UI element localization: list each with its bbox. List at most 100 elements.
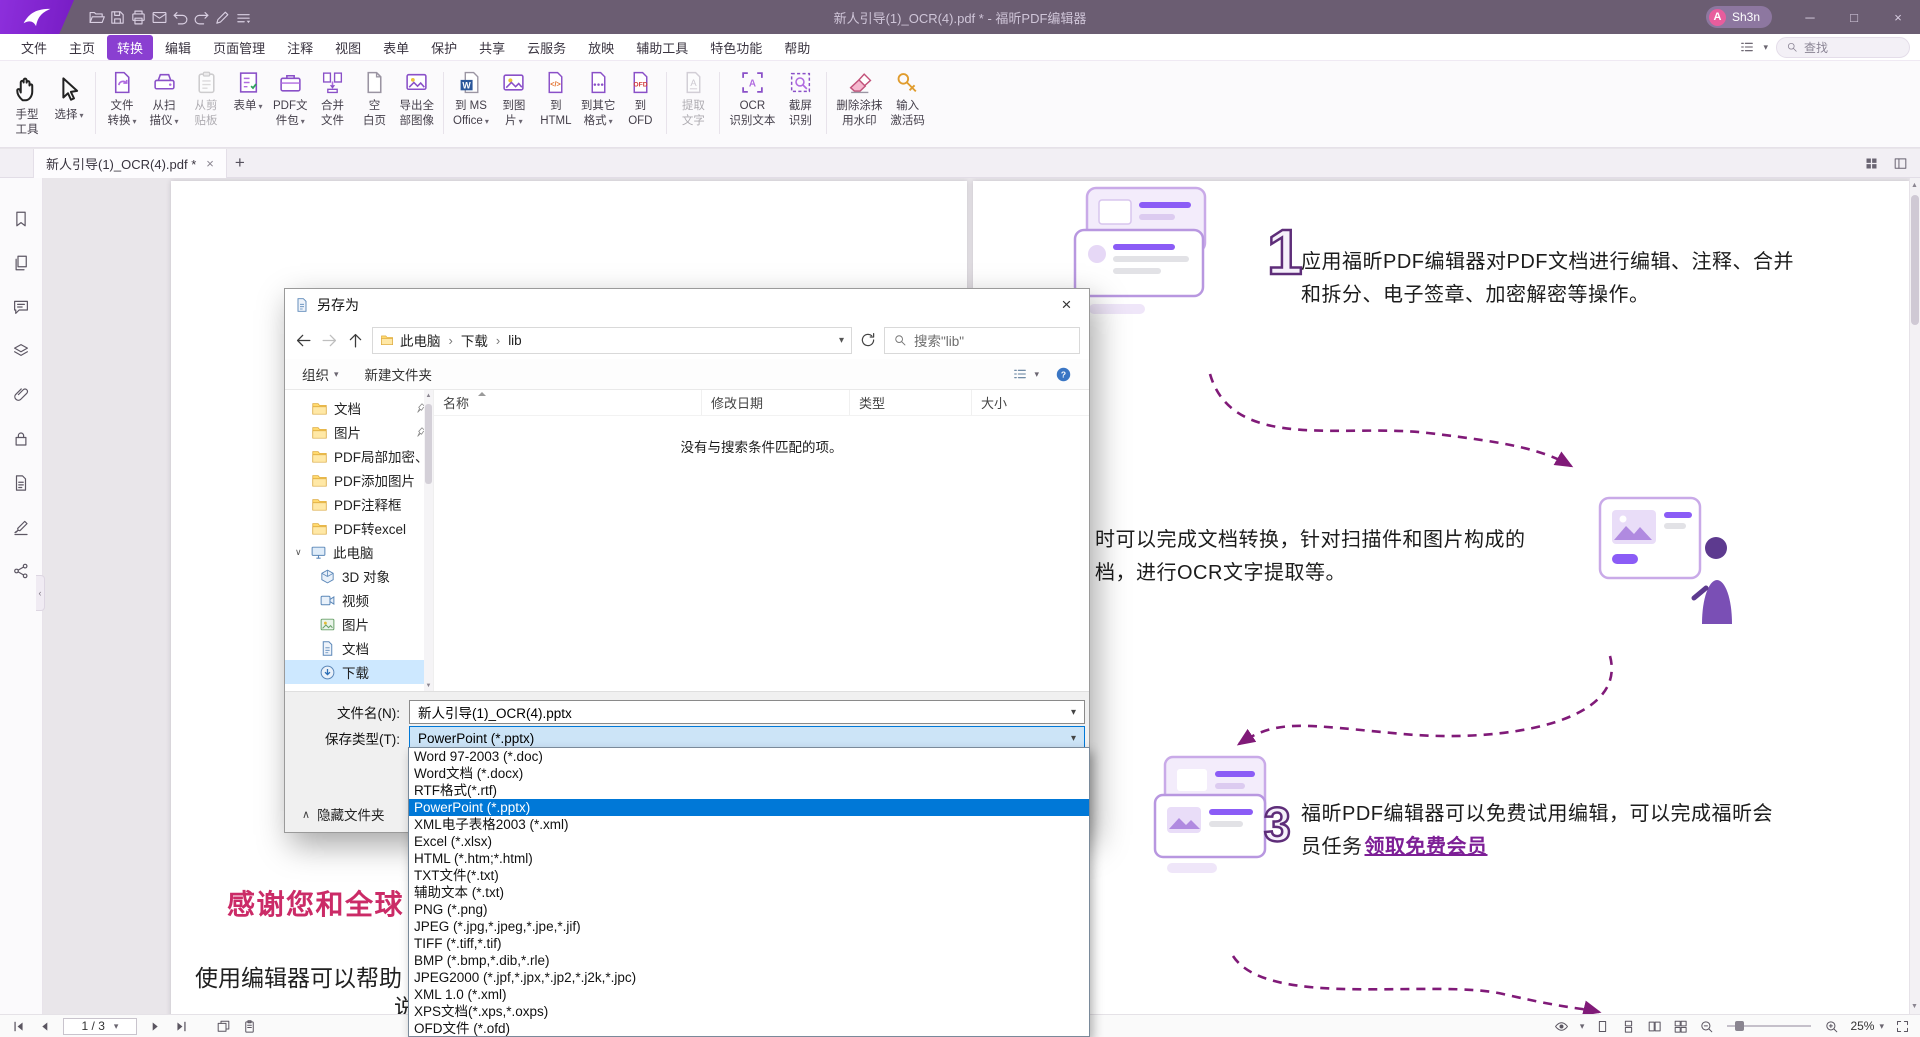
- zoom-out-button[interactable]: [1699, 1019, 1714, 1034]
- tree-item-objects-3d[interactable]: 3D 对象: [285, 564, 433, 588]
- savetype-option[interactable]: JPEG (*.jpg,*.jpeg,*.jpe,*.jif): [409, 918, 1089, 935]
- ribbon-to-image-button[interactable]: 到图片▾: [493, 66, 535, 140]
- savetype-option[interactable]: XML 1.0 (*.xml): [409, 986, 1089, 1003]
- document-tab[interactable]: 新人引导(1)_OCR(4).pdf * ×: [33, 149, 227, 178]
- savetype-option[interactable]: RTF格式(*.rtf): [409, 782, 1089, 799]
- menu-tab-page-manage[interactable]: 页面管理: [203, 35, 275, 60]
- scroll-down-icon[interactable]: ▼: [1909, 999, 1920, 1014]
- save-icon[interactable]: [109, 9, 126, 26]
- ribbon-blank-page-button[interactable]: 空白页: [354, 66, 396, 140]
- claim-free-membership-link[interactable]: 领取免费会员: [1365, 836, 1488, 858]
- fullscreen-button[interactable]: [1895, 1019, 1910, 1034]
- tree-item-videos[interactable]: 视频: [285, 588, 433, 612]
- redo-icon[interactable]: [193, 9, 210, 26]
- breadcrumb-segment[interactable]: 下载: [461, 330, 488, 350]
- pen-icon[interactable]: [214, 9, 231, 26]
- savetype-option[interactable]: HTML (*.htm;*.html): [409, 850, 1089, 867]
- tree-item-downloads[interactable]: 下载: [285, 660, 433, 684]
- new-folder-button[interactable]: 新建文件夹: [365, 364, 433, 384]
- zoom-slider-thumb[interactable]: [1735, 1021, 1744, 1031]
- maximize-button[interactable]: □: [1832, 0, 1876, 34]
- minimize-button[interactable]: ─: [1788, 0, 1832, 34]
- ribbon-to-other-format-button[interactable]: 到其它格式▾: [577, 66, 620, 140]
- account-badge[interactable]: A Sh3n: [1706, 6, 1772, 28]
- savetype-option[interactable]: XPS文档(*.xps,*.oxps): [409, 1003, 1089, 1020]
- menu-tab-view[interactable]: 视图: [325, 35, 371, 60]
- menu-tab-convert[interactable]: 转换: [107, 35, 153, 60]
- menu-tab-protect[interactable]: 保护: [421, 35, 467, 60]
- column-header-1[interactable]: 修改日期: [702, 390, 850, 415]
- sidebar-layers-button[interactable]: [12, 342, 30, 360]
- undo-icon[interactable]: [172, 9, 189, 26]
- vertical-scrollbar[interactable]: ▲ ▼: [1909, 178, 1920, 1014]
- tree-item-folder-pdf-to-excel[interactable]: PDF转excel: [285, 516, 433, 540]
- zoom-in-button[interactable]: [1824, 1019, 1839, 1034]
- savetype-option[interactable]: BMP (*.bmp,*.dib,*.rle): [409, 952, 1089, 969]
- savetype-option[interactable]: OFD文件 (*.ofd): [409, 1020, 1089, 1037]
- tree-scrollbar-thumb[interactable]: [425, 404, 432, 484]
- forward-button[interactable]: [320, 331, 339, 350]
- savetype-option[interactable]: TIFF (*.tiff,*.tif): [409, 935, 1089, 952]
- facing-continuous-view-button[interactable]: [1673, 1019, 1688, 1034]
- menu-tab-assist-tools[interactable]: 辅助工具: [626, 35, 698, 60]
- mail-icon[interactable]: [151, 9, 168, 26]
- ribbon-to-html-button[interactable]: </>到HTML: [535, 66, 577, 140]
- ribbon-remove-redaction-watermark-button[interactable]: 删除涂抹用水印: [832, 66, 886, 140]
- tree-item-folder-pdf-comment-box[interactable]: PDF注释框: [285, 492, 433, 516]
- sidebar-pages-button[interactable]: [12, 254, 30, 272]
- up-button[interactable]: [346, 331, 365, 350]
- sidebar-share-button[interactable]: [12, 562, 30, 580]
- help-icon[interactable]: ?: [1055, 366, 1072, 383]
- ribbon-to-ofd-button[interactable]: OFD到OFD: [619, 66, 661, 140]
- filename-dropdown-icon[interactable]: ▾: [1071, 707, 1076, 718]
- view-mode-icon[interactable]: [1012, 366, 1028, 382]
- split-view-icon[interactable]: [1893, 156, 1908, 171]
- menu-tab-home[interactable]: 主页: [59, 35, 105, 60]
- ribbon-export-all-images-button[interactable]: 导出全部图像: [396, 66, 439, 140]
- tree-item-documents[interactable]: 文档: [285, 636, 433, 660]
- breadcrumb-segment[interactable]: lib: [508, 333, 522, 348]
- facing-view-button[interactable]: [1647, 1019, 1662, 1034]
- sidebar-file-outline-button[interactable]: [12, 474, 30, 492]
- savetype-dropdown-icon[interactable]: ▾: [1071, 733, 1076, 744]
- ribbon-file-convert-button[interactable]: 文件转换▾: [101, 66, 143, 140]
- hide-folders-button[interactable]: ∧ 隐藏文件夹: [302, 802, 385, 826]
- single-page-view-button[interactable]: [1595, 1019, 1610, 1034]
- sidebar-signature-button[interactable]: [12, 518, 30, 536]
- tab-close-icon[interactable]: ×: [206, 156, 214, 171]
- column-header-3[interactable]: 大小: [972, 390, 1072, 415]
- scroll-up-icon[interactable]: ▲: [1909, 178, 1920, 193]
- column-header-0[interactable]: 名称: [434, 390, 702, 415]
- savetype-option[interactable]: JPEG2000 (*.jpf,*.jpx,*.jp2,*.j2k,*.jpc): [409, 969, 1089, 986]
- last-page-button[interactable]: [174, 1019, 189, 1034]
- expander-icon[interactable]: ∨: [295, 547, 304, 558]
- sidebar-attachment-button[interactable]: [12, 386, 30, 404]
- savetype-option[interactable]: PowerPoint (*.pptx): [409, 799, 1089, 816]
- filename-input[interactable]: 新人引导(1)_OCR(4).pptx ▾: [409, 700, 1085, 724]
- ribbon-to-ms-office-button[interactable]: W到 MSOffice▾: [449, 66, 493, 140]
- menu-tab-slideshow[interactable]: 放映: [578, 35, 624, 60]
- ribbon-from-scanner-button[interactable]: 从扫描仪▾: [143, 66, 185, 140]
- menu-tab-cloud[interactable]: 云服务: [517, 35, 576, 60]
- savetype-option[interactable]: XML电子表格2003 (*.xml): [409, 816, 1089, 833]
- refresh-button[interactable]: [859, 331, 877, 349]
- savetype-option[interactable]: PNG (*.png): [409, 901, 1089, 918]
- organize-menu[interactable]: 组织▾: [302, 364, 339, 384]
- ribbon-extract-text-button[interactable]: A提取文字: [672, 66, 714, 140]
- menu-tab-edit[interactable]: 编辑: [155, 35, 201, 60]
- print-icon[interactable]: [130, 9, 147, 26]
- ribbon-from-clipboard-button[interactable]: 从剪贴板: [185, 66, 227, 140]
- foxit-logo[interactable]: [0, 0, 74, 34]
- menu-tab-help[interactable]: 帮助: [774, 35, 820, 60]
- continuous-view-button[interactable]: [1621, 1019, 1636, 1034]
- breadcrumb-segment[interactable]: 此电脑: [400, 330, 441, 350]
- view-mode-button[interactable]: [1554, 1019, 1569, 1034]
- scrollbar-thumb[interactable]: [1911, 195, 1919, 325]
- column-header-2[interactable]: 类型: [850, 390, 972, 415]
- tree-item-folder-pdf-add-image[interactable]: PDF添加图片: [285, 468, 433, 492]
- savetype-option[interactable]: 辅助文本 (*.txt): [409, 884, 1089, 901]
- menu-tab-form[interactable]: 表单: [373, 35, 419, 60]
- search-box[interactable]: 搜索"lib": [884, 327, 1080, 354]
- tree-item-quick-pictures[interactable]: 图片: [285, 420, 433, 444]
- toolbar-options-icon[interactable]: [1739, 39, 1755, 55]
